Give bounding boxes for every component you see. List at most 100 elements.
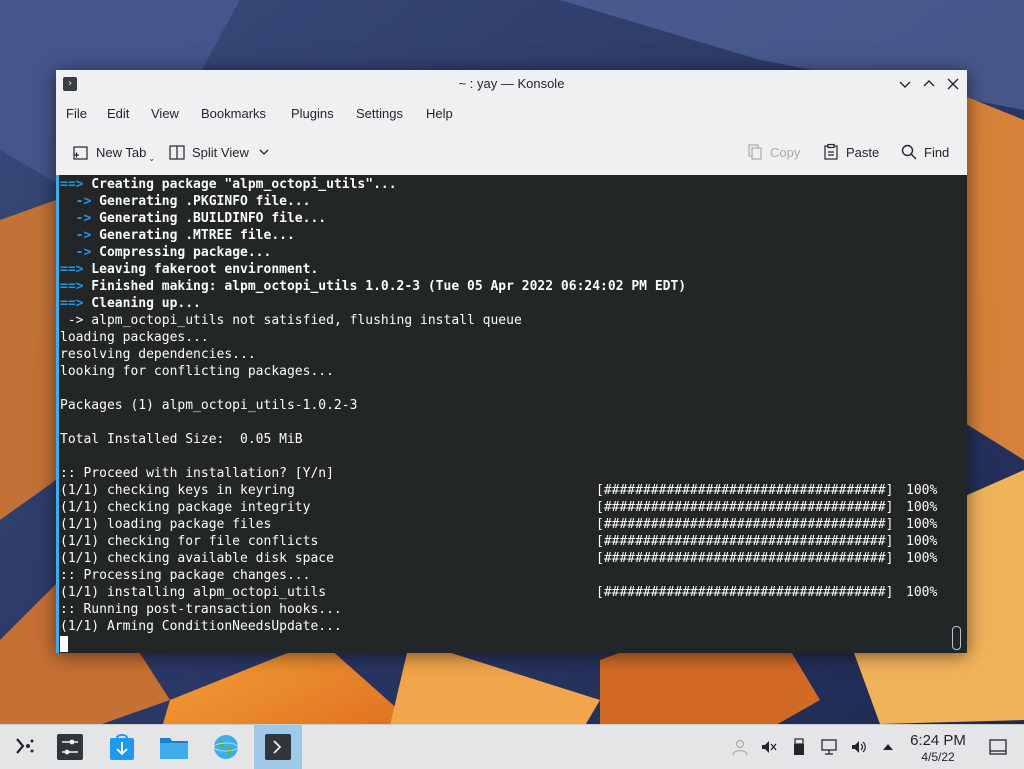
terminal-line-prefix: ==> bbox=[60, 177, 84, 192]
terminal-line: :: Processing package changes... bbox=[60, 567, 310, 584]
terminal-line: -> Generating .PKGINFO file... bbox=[60, 193, 311, 210]
terminal-line-text: (1/1) Arming ConditionNeedsUpdate... bbox=[60, 619, 342, 634]
terminal-line-text: Generating .MTREE file... bbox=[91, 228, 295, 243]
menu-file[interactable]: File bbox=[66, 98, 87, 130]
web-browser-icon bbox=[213, 735, 239, 759]
user-icon[interactable] bbox=[731, 738, 749, 756]
konsole-window: › ~ : yay — Konsole File Edit View Bookm… bbox=[56, 70, 967, 653]
new-tab-button[interactable]: New Tab ⌄ bbox=[72, 138, 155, 166]
terminal-line-prefix: -> bbox=[60, 228, 92, 243]
terminal-scrollbar[interactable] bbox=[952, 626, 961, 650]
new-tab-icon bbox=[73, 146, 88, 160]
system-settings-icon bbox=[57, 734, 83, 760]
terminal-line: (1/1) loading package files bbox=[60, 516, 271, 533]
terminal-line-text: Compressing package... bbox=[91, 245, 272, 260]
copy-label: Copy bbox=[770, 144, 801, 160]
terminal-line: ==> Cleaning up... bbox=[60, 295, 201, 312]
taskbar-web-browser[interactable] bbox=[202, 725, 250, 769]
minimize-button[interactable] bbox=[896, 75, 914, 93]
menu-settings[interactable]: Settings bbox=[356, 98, 403, 130]
menu-view[interactable]: View bbox=[151, 98, 179, 130]
terminal-focus-indicator bbox=[56, 175, 59, 653]
terminal-line-text: :: Processing package changes... bbox=[60, 568, 311, 583]
menu-help[interactable]: Help bbox=[426, 98, 453, 130]
terminal-line: (1/1) checking available disk space bbox=[60, 550, 334, 567]
terminal-line: Total Installed Size: 0.05 MiB bbox=[60, 431, 303, 448]
split-view-label: Split View bbox=[192, 144, 249, 160]
arrow-up-icon[interactable] bbox=[879, 738, 897, 756]
terminal-line-text: loading packages... bbox=[60, 330, 209, 345]
terminal-line: ==> Finished making: alpm_octopi_utils 1… bbox=[60, 278, 686, 295]
clock-time[interactable]: 6:24 PM bbox=[898, 732, 978, 749]
copy-button[interactable]: Copy bbox=[746, 138, 800, 166]
split-view-icon bbox=[169, 145, 185, 160]
terminal-line-text: Generating .BUILDINFO file... bbox=[91, 211, 327, 226]
terminal-line: ==> Leaving fakeroot environment. bbox=[60, 261, 318, 278]
terminal-output[interactable]: ==> Creating package "alpm_octopi_utils"… bbox=[56, 175, 967, 653]
terminal-line: (1/1) checking for file conflicts bbox=[60, 533, 318, 550]
terminal-line: -> Generating .MTREE file... bbox=[60, 227, 295, 244]
terminal-line: loading packages... bbox=[60, 329, 209, 346]
title-bar[interactable]: › ~ : yay — Konsole bbox=[56, 70, 967, 98]
terminal-line: :: Running post-transaction hooks... bbox=[60, 601, 342, 618]
menu-edit[interactable]: Edit bbox=[107, 98, 129, 130]
terminal-line-prefix: -> bbox=[60, 194, 92, 209]
toolbar: New Tab ⌄ Split View Copy Paste Find bbox=[56, 132, 967, 172]
file-manager-icon bbox=[160, 738, 188, 759]
volume-muted-icon[interactable] bbox=[760, 738, 778, 756]
paste-button[interactable]: Paste bbox=[822, 138, 879, 166]
terminal-progress-percent: 100% bbox=[906, 517, 938, 532]
taskbar-system-settings[interactable] bbox=[46, 725, 94, 769]
terminal-line-prefix: ==> bbox=[60, 296, 84, 311]
terminal-line-text: alpm_octopi_utils not satisfied, flushin… bbox=[83, 313, 522, 328]
application-launcher-icon bbox=[16, 738, 34, 754]
menu-plugins[interactable]: Plugins bbox=[291, 98, 334, 130]
network-icon[interactable] bbox=[820, 738, 838, 756]
terminal-line: looking for conflicting packages... bbox=[60, 363, 334, 380]
terminal-line-prefix: -> bbox=[60, 211, 92, 226]
taskbar: 6:24 PM 4/5/22 bbox=[0, 724, 1024, 769]
terminal-line: -> Compressing package... bbox=[60, 244, 272, 261]
terminal-line-text: Cleaning up... bbox=[83, 296, 201, 311]
terminal-line-text: Total Installed Size: 0.05 MiB bbox=[60, 432, 303, 447]
find-button[interactable]: Find bbox=[900, 138, 949, 166]
terminal-line: (1/1) installing alpm_octopi_utils bbox=[60, 584, 326, 601]
terminal-progress-bar: [####################################] bbox=[596, 500, 894, 515]
terminal-line-text: (1/1) loading package files bbox=[60, 517, 272, 532]
terminal-line-text: (1/1) checking for file conflicts bbox=[60, 534, 319, 549]
terminal-line: (1/1) checking keys in keyring bbox=[60, 482, 295, 499]
menu-bookmarks[interactable]: Bookmarks bbox=[201, 98, 266, 130]
taskbar-file-manager[interactable] bbox=[150, 725, 198, 769]
terminal-progress-bar: [####################################] bbox=[596, 585, 894, 600]
show-desktop-icon[interactable] bbox=[988, 737, 1008, 757]
terminal-line-prefix: ==> bbox=[60, 262, 84, 277]
terminal-line-text: Finished making: alpm_octopi_utils 1.0.2… bbox=[83, 279, 687, 294]
taskbar-konsole[interactable] bbox=[254, 725, 302, 769]
terminal-line-text: (1/1) checking package integrity bbox=[60, 500, 311, 515]
terminal-progress-percent: 100% bbox=[906, 534, 938, 549]
terminal-line: Packages (1) alpm_octopi_utils-1.0.2-3 bbox=[60, 397, 357, 414]
close-button[interactable] bbox=[944, 75, 962, 93]
terminal-line: resolving dependencies... bbox=[60, 346, 256, 363]
window-title: ~ : yay — Konsole bbox=[458, 76, 565, 91]
terminal-line-text: :: Proceed with installation? [Y/n] bbox=[60, 466, 334, 481]
paste-icon bbox=[824, 143, 838, 160]
chevron-down-icon bbox=[259, 149, 269, 155]
split-view-button[interactable]: Split View bbox=[168, 138, 277, 166]
terminal-line: ==> Creating package "alpm_octopi_utils"… bbox=[60, 176, 397, 193]
paste-label: Paste bbox=[846, 144, 880, 160]
taskbar-discover[interactable] bbox=[98, 725, 146, 769]
terminal-progress-bar: [####################################] bbox=[596, 551, 894, 566]
clock-date[interactable]: 4/5/22 bbox=[898, 750, 978, 764]
terminal-line-text: Creating package "alpm_octopi_utils"... bbox=[83, 177, 397, 192]
volume-icon[interactable] bbox=[850, 738, 868, 756]
maximize-button[interactable] bbox=[920, 75, 938, 93]
usb-icon[interactable] bbox=[790, 738, 808, 756]
terminal-line-text: Leaving fakeroot environment. bbox=[83, 262, 319, 277]
terminal-line: (1/1) Arming ConditionNeedsUpdate... bbox=[60, 618, 342, 635]
terminal-progress-percent: 100% bbox=[906, 585, 938, 600]
terminal-line-text: (1/1) installing alpm_octopi_utils bbox=[60, 585, 327, 600]
application-launcher[interactable] bbox=[0, 725, 48, 769]
copy-icon bbox=[748, 144, 762, 160]
konsole-icon bbox=[265, 734, 291, 760]
